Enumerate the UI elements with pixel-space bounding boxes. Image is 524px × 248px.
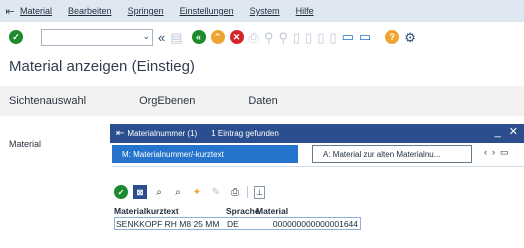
- tab-alte-materialnummer[interactable]: A: Material zur alten Materialnu...: [312, 145, 472, 163]
- page-title: Material anzeigen (Einstieg): [9, 58, 195, 75]
- cancel-icon[interactable]: ✕: [229, 30, 244, 44]
- cell-sprache[interactable]: DE: [227, 219, 257, 229]
- cell-materialkurztext[interactable]: SENKKOPF RH M8 25 MM: [115, 219, 227, 229]
- column-header-sprache[interactable]: Sprache: [226, 206, 260, 216]
- search-help-popup: ⇤ Materialnummer (1) 1 Eintrag gefunden …: [110, 124, 524, 248]
- save-icon[interactable]: ▤: [170, 31, 182, 44]
- previous-page-icon[interactable]: ▯: [305, 31, 312, 44]
- chevron-down-icon[interactable]: ⌄: [142, 31, 150, 42]
- popup-title-bar: ⇤ Materialnummer (1) 1 Eintrag gefunden …: [110, 124, 524, 143]
- history-back-icon[interactable]: «: [158, 31, 165, 44]
- sap-window: { "menu": { "items": ["Material", "Bearb…: [0, 0, 524, 248]
- popup-toolbar: ✓ ⊠ ⌕ ⌕ ✦ ✎ ⎙ ⊥: [114, 183, 270, 201]
- cell-material[interactable]: 000000000000001644: [257, 219, 360, 229]
- material-field-label: Material: [9, 139, 42, 149]
- sum-icon[interactable]: ⊥: [254, 185, 265, 199]
- next-page-icon[interactable]: ▯: [317, 31, 324, 44]
- enter-check-icon[interactable]: ✓: [9, 30, 23, 44]
- menu-material[interactable]: Material: [20, 6, 52, 16]
- find-icon[interactable]: ⌕: [152, 185, 166, 199]
- menu-system[interactable]: System: [250, 6, 280, 16]
- popup-tabstrip: M: Materialnummer/-kurztext A: Material …: [112, 145, 524, 165]
- popup-window-controls: _ ✕: [487, 125, 518, 138]
- print-dropdown-icon[interactable]: ⎙: [228, 185, 242, 199]
- last-page-icon[interactable]: ▯: [329, 31, 336, 44]
- tab-materialnummer-kurztext[interactable]: M: Materialnummer/-kurztext: [112, 145, 298, 163]
- minimize-icon[interactable]: _: [495, 126, 501, 138]
- standard-toolbar: ✓ ⌄ « ▤ « ⌃ ✕ ⎙ ⚲ ⚲ ▯ ▯ ▯ ▯ ▭ ▭ ? ⚙: [0, 22, 524, 52]
- exit-circle-icon[interactable]: ⌃: [210, 30, 225, 44]
- results-table: Materialkurztext Sprache Material SENKKO…: [114, 204, 361, 230]
- print-icon[interactable]: ⎙: [249, 31, 259, 44]
- tab-orgebenen[interactable]: OrgEbenen: [139, 95, 195, 107]
- column-header-materialkurztext[interactable]: Materialkurztext: [114, 206, 226, 216]
- popup-window-icon: ⇤: [116, 128, 125, 139]
- continue-check-icon[interactable]: ✓: [114, 185, 128, 199]
- table-header: Materialkurztext Sprache Material: [114, 204, 361, 217]
- application-toolbar: Sichtenauswahl OrgEbenen Daten: [0, 86, 524, 116]
- command-field[interactable]: ⌄: [41, 28, 153, 46]
- help-icon[interactable]: ?: [385, 30, 400, 44]
- popup-entry-count: 1 Eintrag gefunden: [211, 129, 279, 138]
- menu-bar: ⇤ Material Bearbeiten Springen Einstellu…: [0, 0, 524, 22]
- column-header-material[interactable]: Material: [256, 206, 359, 216]
- tab-navigation-icons[interactable]: ‹ › ▭: [484, 147, 509, 158]
- tab-daten[interactable]: Daten: [248, 95, 277, 107]
- tab-sichtenauswahl[interactable]: Sichtenauswahl: [9, 95, 86, 107]
- popup-title: Materialnummer (1): [127, 129, 198, 138]
- menu-springen[interactable]: Springen: [128, 6, 164, 16]
- divider: [247, 186, 248, 198]
- first-page-icon[interactable]: ▯: [293, 31, 300, 44]
- edit-icon[interactable]: ✎: [209, 185, 223, 199]
- table-row[interactable]: SENKKOPF RH M8 25 MM DE 0000000000000016…: [114, 217, 361, 230]
- menu-bearbeiten[interactable]: Bearbeiten: [68, 6, 112, 16]
- new-session-icon[interactable]: ▭: [342, 29, 354, 45]
- find-next-icon[interactable]: ⌕: [171, 185, 185, 199]
- shortcut-icon[interactable]: ▭: [359, 29, 371, 45]
- find-next-icon[interactable]: ⚲: [278, 31, 288, 44]
- menu-einstellungen[interactable]: Einstellungen: [180, 6, 234, 16]
- exit-icon[interactable]: ⇤: [0, 5, 20, 18]
- close-icon[interactable]: ✕: [509, 126, 518, 138]
- gear-icon[interactable]: ⚙: [404, 31, 416, 44]
- divider: [112, 166, 524, 167]
- new-entry-icon[interactable]: ✦: [190, 185, 204, 199]
- find-icon[interactable]: ⚲: [264, 31, 274, 44]
- back-icon[interactable]: «: [191, 30, 206, 44]
- restrictions-icon[interactable]: ⊠: [133, 185, 147, 199]
- menu-hilfe[interactable]: Hilfe: [296, 6, 314, 16]
